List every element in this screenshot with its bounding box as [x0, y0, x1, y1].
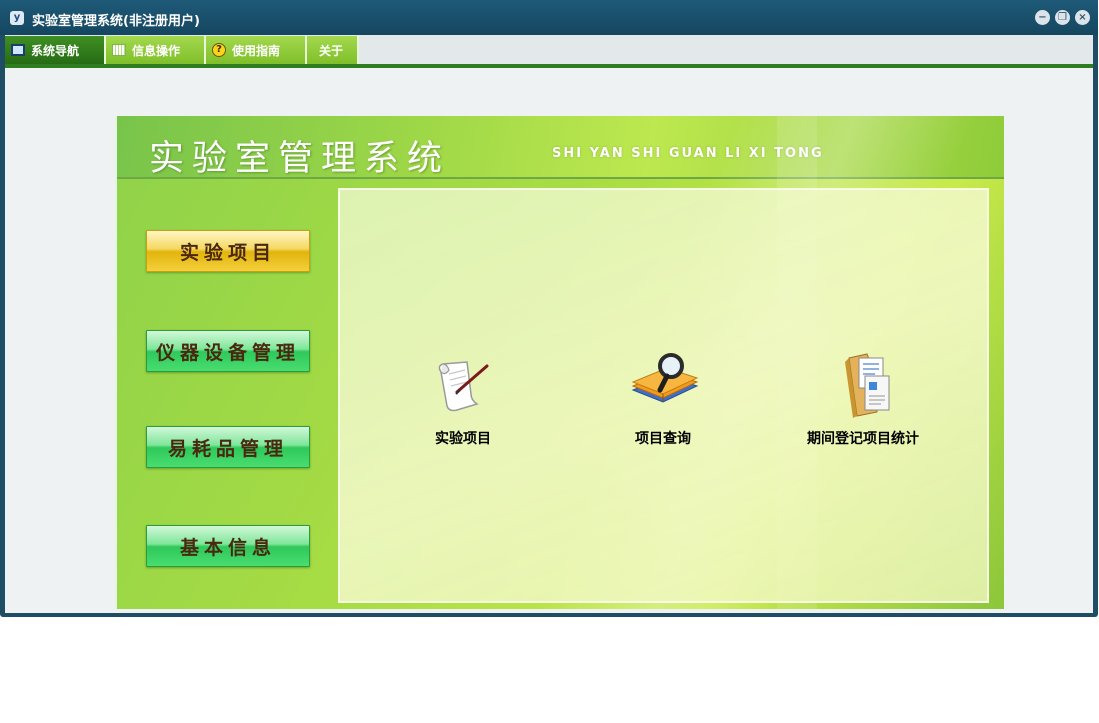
tab-label: 关于	[319, 43, 344, 58]
client-area: 系统导航 信息操作 ? 使用指南 关于 实验室管理系统 SHI YAN SHI …	[5, 35, 1093, 613]
desktop-item-label: 实验项目	[435, 431, 491, 447]
desktop-item-experiment-projects[interactable]: 实验项目	[383, 350, 543, 448]
content-area: 实验项目 项目查询 期间登记项目统计	[338, 188, 989, 603]
tab-user-guide[interactable]: ? 使用指南	[206, 36, 307, 64]
desktop-item-label: 项目查询	[635, 431, 691, 447]
desktop-item-project-query[interactable]: 项目查询	[583, 350, 743, 448]
folder-documents-icon	[845, 353, 890, 418]
scroll-quill-icon	[438, 361, 489, 412]
desktop-item-label: 期间登记项目统计	[807, 431, 919, 447]
app-logo-icon: y	[10, 11, 24, 25]
nav-button-consumables-management[interactable]: 易耗品管理	[146, 426, 310, 468]
menu-divider	[5, 64, 1093, 68]
window-title: 实验室管理系统(非注册用户)	[32, 14, 200, 29]
minimize-icon[interactable]: −	[1035, 10, 1050, 25]
tab-label: 使用指南	[232, 43, 281, 58]
tab-label: 系统导航	[31, 43, 80, 58]
nav-button-experiment-projects[interactable]: 实验项目	[146, 230, 310, 272]
window-controls: − ❐ ×	[1035, 10, 1090, 25]
books-magnifier-icon	[631, 353, 699, 403]
monitor-icon	[11, 44, 25, 56]
grid-icon	[112, 44, 126, 56]
desktop-item-period-statistics[interactable]: 期间登记项目统计	[783, 350, 943, 448]
tab-system-navigation[interactable]: 系统导航	[5, 36, 106, 64]
menu-bar: 系统导航 信息操作 ? 使用指南 关于	[5, 35, 1093, 68]
help-icon: ?	[212, 43, 226, 57]
nav-button-basic-information[interactable]: 基本信息	[146, 525, 310, 567]
close-icon[interactable]: ×	[1075, 10, 1090, 25]
main-panel: 实验室管理系统 SHI YAN SHI GUAN LI XI TONG 实验项目…	[115, 116, 1004, 609]
title-bar[interactable]: y 实验室管理系统(非注册用户) − ❐ ×	[0, 0, 1098, 35]
app-window: y 实验室管理系统(非注册用户) − ❐ × 系统导航 信息操作 ? 使用指南 …	[0, 0, 1098, 617]
system-title: 实验室管理系统	[149, 139, 451, 179]
tab-about[interactable]: 关于	[307, 36, 359, 64]
tab-label: 信息操作	[132, 43, 181, 58]
restore-icon[interactable]: ❐	[1055, 10, 1070, 25]
tab-information-operation[interactable]: 信息操作	[106, 36, 206, 64]
nav-button-equipment-management[interactable]: 仪器设备管理	[146, 330, 310, 372]
